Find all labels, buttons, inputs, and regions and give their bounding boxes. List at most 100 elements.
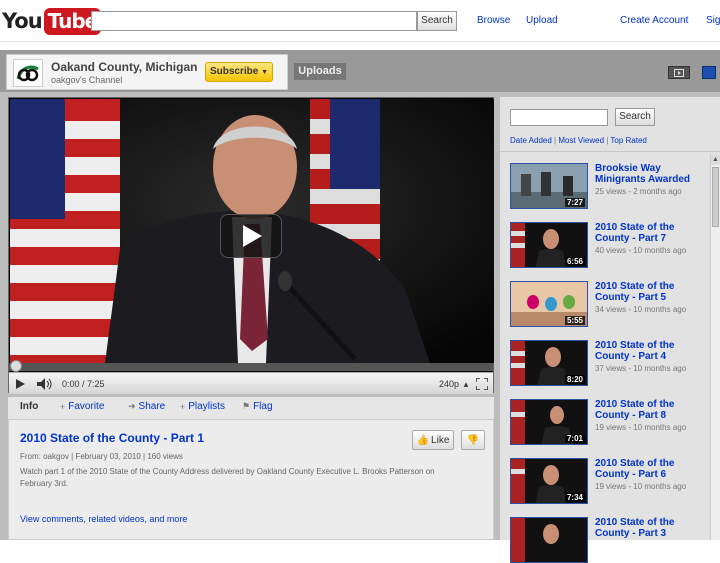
sort-top-rated[interactable]: Top Rated <box>610 136 646 145</box>
sort-most-viewed[interactable]: Most Viewed <box>558 136 604 145</box>
like-label: Like <box>431 434 450 446</box>
dislike-button[interactable]: 👎 <box>461 430 485 450</box>
tab-share[interactable]: ➜ Share <box>128 401 165 412</box>
list-item[interactable]: 7:27 Brooksie Way Minigrants Awarded 25 … <box>510 155 710 209</box>
related-video-title[interactable]: 2010 State of the County - Part 6 <box>595 458 705 480</box>
progress-knob[interactable] <box>10 360 22 372</box>
logo-you-text: You <box>2 9 43 33</box>
list-item[interactable]: 7:01 2010 State of the County - Part 8 1… <box>510 391 710 445</box>
video-thumbnail[interactable] <box>510 517 588 563</box>
quality-up-icon: ▴ <box>463 378 469 389</box>
player-view-icon[interactable] <box>668 66 690 79</box>
youtube-logo[interactable]: You Tube <box>2 6 102 36</box>
video-duration: 5:55 <box>564 316 585 325</box>
related-video-meta: 40 views - 10 months ago <box>595 246 687 255</box>
masthead: You Tube Search Browse Upload Create Acc… <box>0 0 720 42</box>
sign-in-link[interactable]: Sig <box>706 15 720 26</box>
player-controls: 0:00 / 7:25 240p ▴ <box>9 372 493 394</box>
volume-icon <box>37 378 52 390</box>
related-video-title[interactable]: Brooksie Way Minigrants Awarded <box>595 163 705 185</box>
play-button[interactable] <box>13 376 27 392</box>
related-video-meta: 34 views - 10 months ago <box>595 305 687 314</box>
channel-header: Oakand County, Michigan oakgov's Channel… <box>6 54 288 90</box>
related-video-title[interactable]: 2010 State of the County - Part 5 <box>595 281 705 303</box>
video-duration: 6:56 <box>564 257 585 266</box>
video-action-tabs: Info + Favorite ➜ Share + Playlists ⚑ Fl… <box>8 397 494 419</box>
related-video-meta: 19 views - 10 months ago <box>595 423 687 432</box>
video-duration: 8:20 <box>564 375 585 384</box>
fullscreen-button[interactable] <box>475 376 489 392</box>
browse-link[interactable]: Browse <box>477 15 510 26</box>
tab-share-label: Share <box>138 401 166 412</box>
video-duration: 7:34 <box>564 493 585 502</box>
channel-bar: Oakand County, Michigan oakgov's Channel… <box>0 50 720 92</box>
video-meta: From: oakgov | February 03, 2010 | 160 v… <box>20 452 183 461</box>
related-video-title[interactable]: 2010 State of the County - Part 3 <box>595 517 705 539</box>
play-small-icon <box>15 379 25 389</box>
related-video-meta: 37 views - 10 months ago <box>595 364 687 373</box>
list-item[interactable]: 8:20 2010 State of the County - Part 4 3… <box>510 332 710 386</box>
related-video-title[interactable]: 2010 State of the County - Part 7 <box>595 222 705 244</box>
subscribe-button[interactable]: Subscribe ▼ <box>205 62 273 82</box>
list-item[interactable]: 2010 State of the County - Part 3 <box>510 509 710 563</box>
tab-favorite-label: Favorite <box>68 401 105 412</box>
scroll-thumb[interactable] <box>712 167 719 227</box>
sort-date-added[interactable]: Date Added <box>510 136 552 145</box>
video-thumbnail[interactable]: 5:55 <box>510 281 588 327</box>
plus-icon: + <box>180 401 186 412</box>
tab-uploads[interactable]: Uploads <box>294 63 346 80</box>
scroll-up-icon[interactable]: ▲ <box>711 155 720 165</box>
video-thumbnail[interactable]: 6:56 <box>510 222 588 268</box>
arrow-right-icon: ➜ <box>128 401 136 411</box>
create-account-link[interactable]: Create Account <box>620 15 688 26</box>
search-input[interactable] <box>91 11 417 31</box>
related-video-meta: 19 views - 10 months ago <box>595 482 687 491</box>
sort-links: Date Added | Most Viewed | Top Rated <box>510 136 647 145</box>
video-thumbnail[interactable]: 7:01 <box>510 399 588 445</box>
video-duration: 7:27 <box>564 198 585 207</box>
time-display: 0:00 / 7:25 <box>62 379 105 389</box>
more-info-link[interactable]: View comments, related videos, and more <box>20 514 187 524</box>
volume-button[interactable] <box>35 376 55 392</box>
tab-playlists[interactable]: + Playlists <box>180 401 225 412</box>
flag-icon: ⚑ <box>242 401 251 411</box>
list-item[interactable]: 6:56 2010 State of the County - Part 7 4… <box>510 214 710 268</box>
channel-search-input[interactable] <box>510 109 608 126</box>
chevron-down-icon: ▼ <box>261 69 269 76</box>
video-title[interactable]: 2010 State of the County - Part 1 <box>20 431 204 445</box>
like-button[interactable]: 👍 Like <box>412 430 454 450</box>
sidebar-scrollbar[interactable]: ▲ <box>710 155 720 540</box>
sort-separator: | <box>606 136 609 145</box>
related-video-title[interactable]: 2010 State of the County - Part 8 <box>595 399 705 421</box>
related-video-meta: 25 views - 2 months ago <box>595 187 682 196</box>
fullscreen-icon <box>476 378 488 390</box>
related-sidebar: Search Date Added | Most Viewed | Top Ra… <box>500 97 720 563</box>
tab-favorite[interactable]: + Favorite <box>60 401 104 412</box>
video-player[interactable] <box>8 97 494 393</box>
video-thumbnail[interactable]: 8:20 <box>510 340 588 386</box>
list-item[interactable]: 7:34 2010 State of the County - Part 6 1… <box>510 450 710 504</box>
video-duration: 7:01 <box>564 434 585 443</box>
related-video-title[interactable]: 2010 State of the County - Part 4 <box>595 340 705 362</box>
progress-bar[interactable] <box>9 363 493 371</box>
tab-playlists-label: Playlists <box>188 401 225 412</box>
thumbs-down-icon: 👎 <box>466 434 480 446</box>
search-button[interactable]: Search <box>417 11 457 31</box>
list-item[interactable]: 5:55 2010 State of the County - Part 5 3… <box>510 273 710 327</box>
video-info-panel: 2010 State of the County - Part 1 👍 Like… <box>8 419 494 540</box>
quality-selector[interactable]: 240p <box>439 376 459 392</box>
video-description: Watch part 1 of the 2010 State of the Co… <box>20 467 435 488</box>
tab-flag[interactable]: ⚑ Flag <box>242 401 273 412</box>
channel-logo-icon[interactable] <box>13 59 43 87</box>
sort-separator: | <box>554 136 557 145</box>
channel-search-button[interactable]: Search <box>615 108 655 126</box>
play-overlay-button[interactable] <box>220 214 282 258</box>
tab-info[interactable]: Info <box>20 401 38 412</box>
upload-link[interactable]: Upload <box>526 15 558 26</box>
plus-icon: + <box>60 401 66 412</box>
video-thumbnail[interactable]: 7:34 <box>510 458 588 504</box>
video-thumbnail[interactable]: 7:27 <box>510 163 588 209</box>
channel-name[interactable]: Oakand County, Michigan <box>51 60 197 74</box>
sidebar-divider <box>500 151 720 152</box>
grid-view-icon[interactable] <box>702 66 716 79</box>
